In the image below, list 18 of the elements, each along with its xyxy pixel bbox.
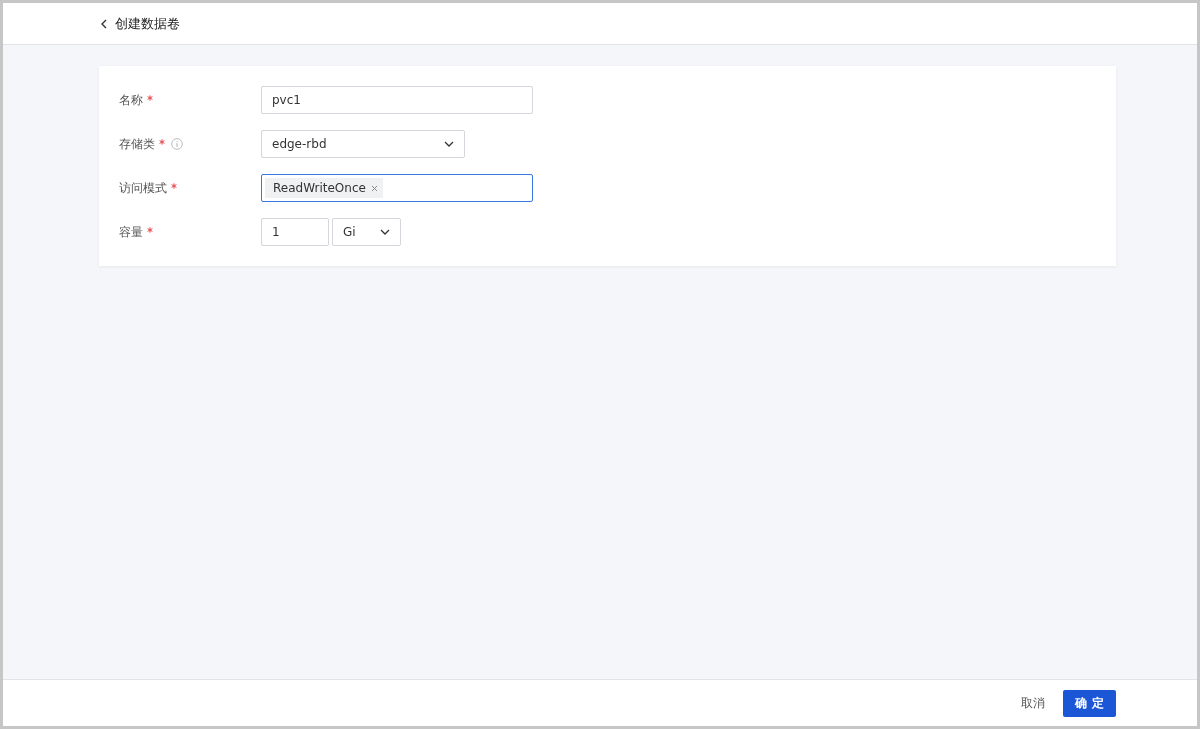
field-label: 访问模式 bbox=[119, 179, 167, 197]
name-input[interactable]: pvc1 bbox=[261, 86, 533, 114]
field-label: 名称 bbox=[119, 91, 143, 109]
info-icon[interactable] bbox=[171, 138, 183, 150]
access-mode-field[interactable]: ReadWriteOnce bbox=[261, 174, 533, 202]
storage-class-select[interactable]: edge-rbd bbox=[261, 130, 465, 158]
close-icon[interactable] bbox=[370, 184, 378, 192]
cancel-button[interactable]: 取消 bbox=[1021, 688, 1045, 718]
field-label: 存储类 bbox=[119, 135, 155, 153]
chevron-left-icon bbox=[101, 18, 107, 29]
confirm-button[interactable]: 确 定 bbox=[1063, 689, 1116, 717]
unit-select[interactable]: Gi bbox=[332, 218, 401, 246]
chevron-down-icon bbox=[444, 141, 454, 147]
field-label: 容量 bbox=[119, 223, 143, 241]
chevron-down-icon bbox=[380, 229, 390, 235]
mode-tag: ReadWriteOnce bbox=[265, 178, 383, 198]
back-link[interactable]: 创建数据卷 bbox=[101, 14, 180, 33]
capacity-input[interactable]: 1 bbox=[261, 218, 329, 246]
